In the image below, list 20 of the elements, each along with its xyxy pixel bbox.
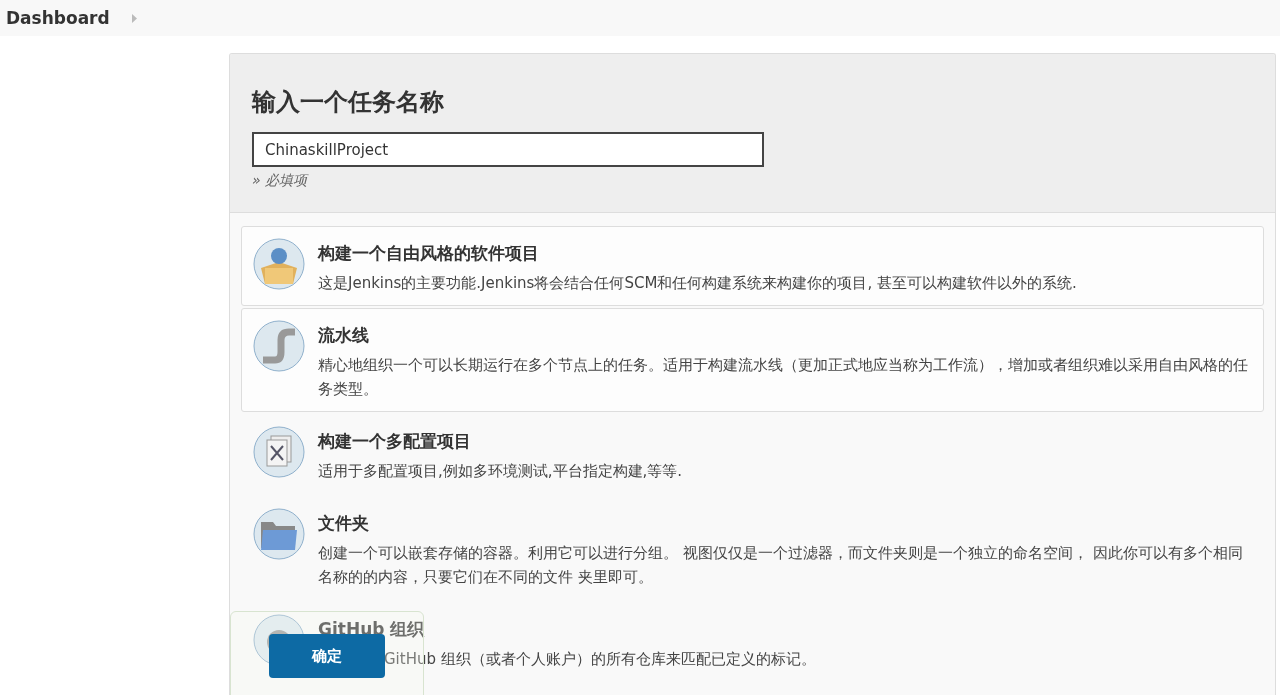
job-type-title: 文件夹 [318, 512, 370, 535]
pipe-icon [253, 320, 305, 372]
required-hint: » 必填项 [252, 172, 308, 190]
job-type-title: 流水线 [318, 324, 370, 347]
job-type-card[interactable]: 流水线 精心地组织一个可以长期运行在多个节点上的任务。适用于构建流水线（更加正式地应当称为工作流），增加或者组织难以采用自由风格的任务类型。 [241, 308, 1264, 412]
job-type-title: 构建一个自由风格的软件项目 [318, 242, 540, 265]
tools-icon [253, 426, 305, 478]
page-title: 输入一个任务名称 [252, 87, 444, 118]
breadcrumb-link[interactable]: Dashboard [6, 8, 110, 28]
job-type-card[interactable]: 构建一个自由风格的软件项目 这是Jenkins的主要功能.Jenkins将会结合任何SCM和任何构建系统来构建你的项目, 甚至可以构建软件以外的系统. [241, 226, 1264, 306]
name-input-field[interactable]: ChinaskillProject [252, 132, 764, 167]
job-type-description: 适用于多配置项目,例如多环境测试,平台指定构建,等等. [318, 461, 683, 482]
folder-icon [253, 508, 305, 560]
job-type-description: GitHub 组织（或者个人账户）的所有仓库来匹配已定义的标记。 [384, 649, 816, 670]
job-type-description: 这是Jenkins的主要功能.Jenkins将会结合任何SCM和任何构建系统来构建你的项目, 甚至可以构建软件以外的系统. [318, 273, 1077, 294]
job-type-description: 创建一个可以嵌套存储的容器。利用它可以进行分组。 视图仅仅是一个过滤器，而文件夹则是一个独立的命名空间， 因此你可以有多个相同名称的的内容，只要它们在不同的文件 夹里即可。 [318, 543, 1244, 588]
chevron-icon [131, 13, 137, 23]
job-type-title: 构建一个多配置项目 [318, 430, 472, 453]
job-type-description: 精心地组织一个可以长期运行在多个节点上的任务。适用于构建流水线（更加正式地应当称为工作流），增加或者组织难以采用自由风格的任务类型。 [318, 355, 1249, 400]
ok-button[interactable]: 确定 [269, 634, 385, 678]
